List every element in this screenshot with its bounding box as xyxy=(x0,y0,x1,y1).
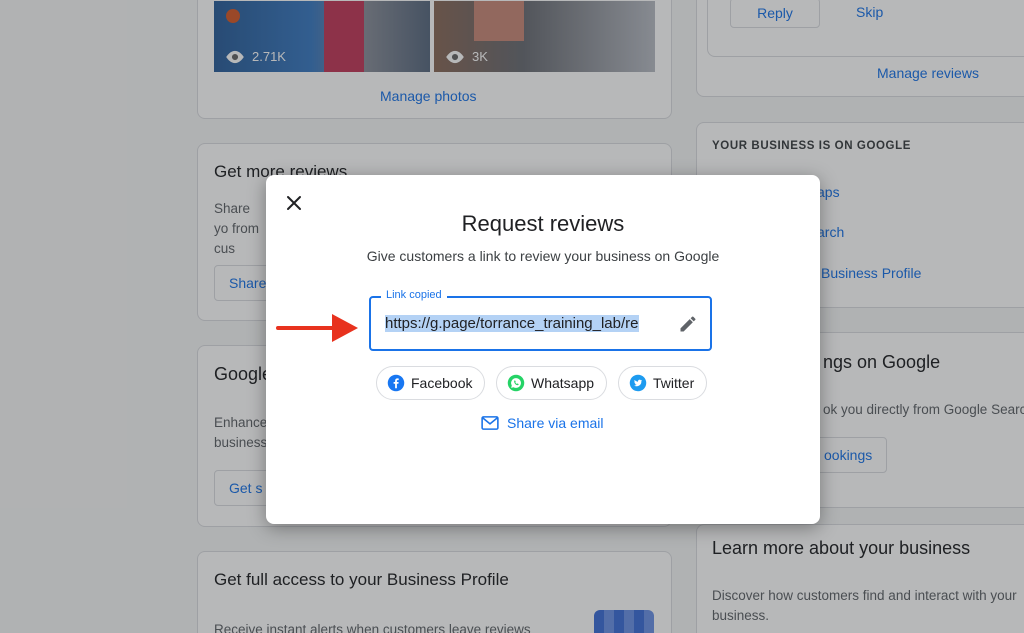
review-link-text: https://g.page/torrance_training_lab/re xyxy=(385,315,639,332)
request-reviews-dialog: Request reviews Give customers a link to… xyxy=(266,175,820,524)
whatsapp-label: Whatsapp xyxy=(531,375,595,391)
share-via-email-label: Share via email xyxy=(507,415,604,431)
share-facebook-button[interactable]: Facebook xyxy=(376,366,486,400)
share-via-email-link[interactable]: Share via email xyxy=(481,415,604,431)
edit-pencil-icon[interactable] xyxy=(678,314,698,334)
email-icon xyxy=(481,416,499,430)
twitter-label: Twitter xyxy=(653,375,695,391)
facebook-icon xyxy=(387,374,405,392)
twitter-icon xyxy=(629,374,647,392)
dialog-title: Request reviews xyxy=(461,211,625,236)
red-arrow-annotation xyxy=(276,314,358,342)
review-link-input[interactable]: https://g.page/torrance_training_lab/re xyxy=(385,313,668,335)
share-twitter-button[interactable]: Twitter xyxy=(618,366,708,400)
close-icon[interactable] xyxy=(284,193,304,213)
dialog-subtitle: Give customers a link to review your bus… xyxy=(366,248,720,264)
share-whatsapp-button[interactable]: Whatsapp xyxy=(496,366,608,400)
facebook-label: Facebook xyxy=(411,375,473,391)
link-copied-label: Link copied xyxy=(381,289,447,301)
whatsapp-icon xyxy=(507,374,525,392)
review-link-field[interactable]: Link copied https://g.page/torrance_trai… xyxy=(369,289,712,351)
